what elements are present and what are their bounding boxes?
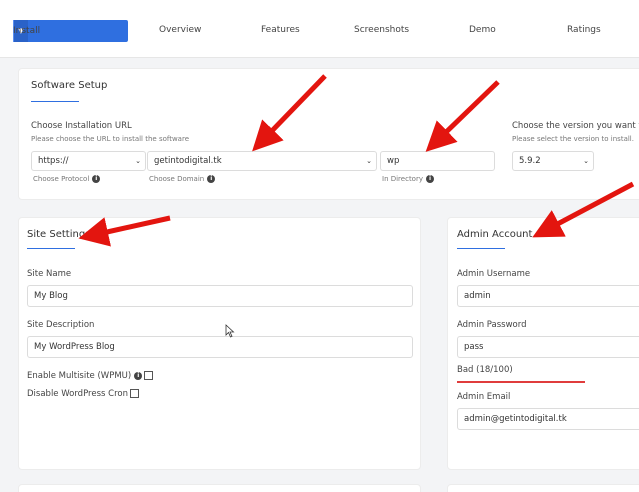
annotation-arrows xyxy=(78,74,635,247)
arrow-to-domain xyxy=(252,74,327,152)
arrow-to-site-settings xyxy=(78,215,171,247)
arrow-to-admin-account xyxy=(532,181,635,238)
arrow-to-directory xyxy=(425,80,500,152)
